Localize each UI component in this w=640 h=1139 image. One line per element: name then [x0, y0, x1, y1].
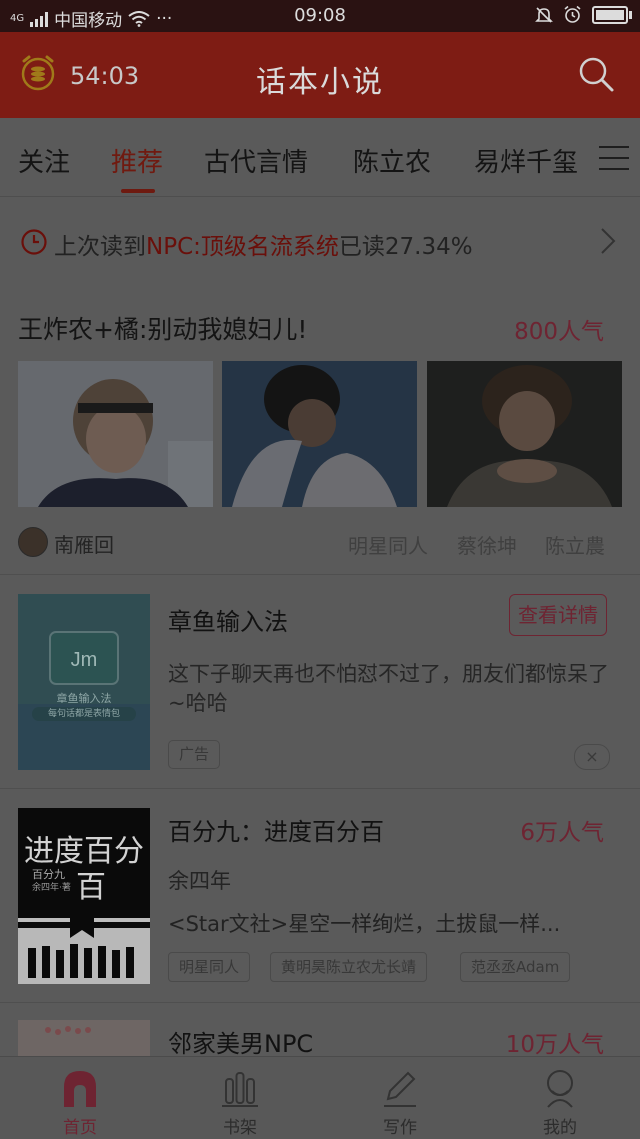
- tab-follow[interactable]: 关注: [18, 142, 70, 179]
- pencil-icon: [384, 1071, 416, 1107]
- last-read-prefix: 上次读到: [54, 234, 146, 260]
- featured-popularity: 800人气: [514, 319, 604, 345]
- book-tag[interactable]: 明星同人: [168, 952, 251, 982]
- ad-cover-slogan: 每句话都是表情包: [32, 707, 136, 721]
- featured-tag[interactable]: 明星同人: [348, 530, 428, 559]
- ad-title[interactable]: 章鱼输入法: [168, 602, 288, 637]
- last-read-banner[interactable]: 上次读到NPC:顶级名流系统已读27.34%: [0, 196, 640, 294]
- book-description: <Star文社>星空一样绚烂，土拔鼠一样...: [168, 912, 561, 936]
- nav-home-label: 首页: [63, 1118, 97, 1138]
- tab-chen-linong[interactable]: 陈立农: [353, 142, 431, 179]
- bottom-navigation: 首页 书架 写作 我的: [0, 1056, 640, 1139]
- divider: [0, 788, 640, 789]
- featured-tag[interactable]: 蔡徐坤: [457, 530, 517, 559]
- featured-image-1[interactable]: [18, 361, 213, 507]
- tab-recommend[interactable]: 推荐: [111, 142, 163, 179]
- menu-icon[interactable]: [599, 146, 629, 170]
- home-icon: [64, 1071, 96, 1107]
- divider: [0, 1002, 640, 1003]
- search-icon[interactable]: [576, 54, 616, 94]
- profile-icon: [547, 1070, 573, 1108]
- divider: [0, 574, 640, 575]
- ad-description: 这下子聊天再也不怕怼不过了，朋友们都惊呆了~哈哈: [168, 662, 609, 715]
- book-author[interactable]: 余四年: [168, 865, 231, 895]
- ad-cover-art: Jm: [18, 594, 150, 770]
- last-read-book: NPC:顶级名流系统: [146, 234, 339, 260]
- author-avatar[interactable]: [18, 527, 48, 557]
- ad-cover-app-name: 章鱼输入法: [56, 692, 112, 705]
- battery-icon: [592, 5, 632, 24]
- status-bar: 4G 中国移动 ··· 09:08: [0, 0, 640, 32]
- featured-title[interactable]: 王炸农+橘:别动我媳妇儿!: [18, 310, 307, 346]
- nav-bookshelf-label: 书架: [223, 1118, 257, 1138]
- ad-label: 广告: [168, 740, 220, 769]
- last-read-text: 上次读到NPC:顶级名流系统已读27.34%: [54, 227, 473, 261]
- mute-bell-icon: [535, 6, 553, 23]
- status-right: [535, 5, 632, 24]
- active-tab-indicator: [121, 189, 155, 193]
- alarm-icon: [564, 5, 581, 23]
- book-title[interactable]: 百分九：进度百分百: [168, 812, 384, 847]
- last-read-progress: 已读27.34%: [338, 234, 473, 260]
- nav-bookshelf[interactable]: 书架: [160, 1057, 320, 1139]
- chevron-right-icon: [601, 228, 616, 254]
- close-ad-button[interactable]: ×: [574, 744, 610, 770]
- nav-profile-label: 我的: [543, 1118, 577, 1138]
- featured-image-3[interactable]: [427, 361, 622, 507]
- view-details-button[interactable]: 查看详情: [509, 594, 607, 636]
- cover-pattern: [18, 1020, 150, 1056]
- book-tag[interactable]: 范丞丞Adam: [460, 952, 571, 982]
- bookshelf-icon: [222, 1072, 258, 1107]
- app-header: 54:03 话本小说: [0, 32, 640, 118]
- book-title[interactable]: 邻家美男NPC: [168, 1024, 313, 1059]
- featured-image-2[interactable]: [222, 361, 417, 507]
- book-cover[interactable]: [18, 1020, 150, 1056]
- featured-tag[interactable]: 陈立農: [545, 530, 605, 559]
- tab-yi-yangqianxi[interactable]: 易烊千玺: [474, 142, 578, 179]
- book-popularity: 6万人气: [520, 820, 604, 846]
- cover-title-line2: 百: [76, 870, 106, 905]
- tab-ancient-romance[interactable]: 古代言情: [204, 142, 308, 179]
- category-tabs: 关注 推荐 古代言情 陈立农 易烊千玺: [0, 118, 640, 197]
- cover-small-author: 余四年·著: [32, 883, 71, 893]
- book-popularity: 10万人气: [505, 1032, 604, 1058]
- book-tag[interactable]: 黄明昊陈立农尤长靖: [270, 952, 428, 982]
- ad-cover[interactable]: Jm 章鱼输入法 每句话都是表情包: [18, 594, 150, 770]
- nav-home[interactable]: 首页: [0, 1057, 160, 1139]
- svg-text:Jm: Jm: [71, 649, 98, 671]
- nav-write-label: 写作: [383, 1118, 417, 1138]
- featured-author[interactable]: 南雁回: [54, 529, 114, 558]
- app-title: 话本小说: [256, 65, 384, 100]
- cover-silhouettes: [18, 908, 150, 984]
- clock-icon: [21, 229, 47, 255]
- nav-profile[interactable]: 我的: [480, 1057, 640, 1139]
- nav-write[interactable]: 写作: [320, 1057, 480, 1139]
- book-cover[interactable]: 进度百分 百 百分九 余四年·著: [18, 808, 150, 984]
